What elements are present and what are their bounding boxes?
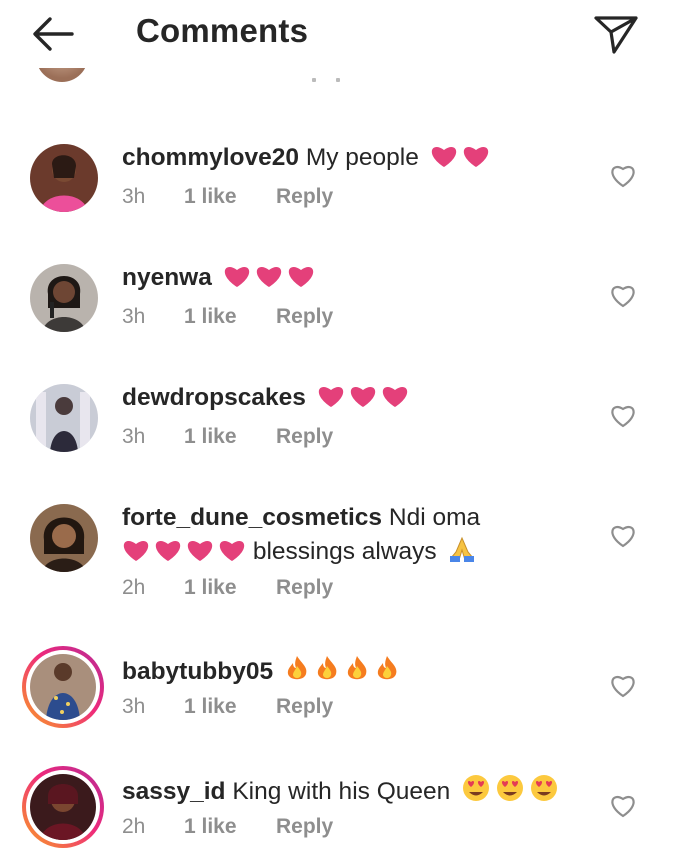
share-button[interactable] xyxy=(592,12,640,56)
reply-button[interactable]: Reply xyxy=(276,305,333,329)
pink-heart-icon xyxy=(430,144,458,175)
comment-text: Ndi oma xyxy=(388,504,481,531)
reply-button[interactable]: Reply xyxy=(276,425,333,449)
reply-button[interactable]: Reply xyxy=(276,576,333,600)
comment-username[interactable]: babytubby05 xyxy=(122,658,273,685)
pink-heart-icon xyxy=(223,264,251,295)
fire-icon xyxy=(314,654,340,689)
pink-heart-icon xyxy=(255,264,283,295)
reply-button[interactable]: Reply xyxy=(276,185,333,209)
comment-text-continued: blessings always xyxy=(252,538,437,565)
reply-button[interactable]: Reply xyxy=(276,695,333,719)
page-title: Comments xyxy=(136,12,309,49)
comment-text: My people xyxy=(305,144,419,171)
heart-eyes-icon xyxy=(495,774,525,809)
heart-eyes-icon xyxy=(461,774,491,809)
comment-username[interactable]: sassy_id xyxy=(122,778,226,805)
pink-heart-icon xyxy=(154,538,182,569)
avatar[interactable] xyxy=(30,264,98,332)
comment-time: 2h xyxy=(122,815,146,838)
like-comment-button[interactable] xyxy=(609,163,637,189)
fire-icon xyxy=(344,654,370,689)
reply-button[interactable]: Reply xyxy=(276,815,333,839)
comment-likes[interactable]: 1 like xyxy=(184,815,237,839)
comment-time: 2h xyxy=(122,576,146,599)
heart-outline-icon xyxy=(611,406,635,428)
heart-outline-icon xyxy=(611,526,635,548)
praying-hands-icon xyxy=(447,534,477,569)
avatar-story-ring[interactable] xyxy=(22,766,104,848)
paper-plane-icon xyxy=(594,16,638,54)
comment-time: 3h xyxy=(122,305,146,328)
comment-likes[interactable]: 1 like xyxy=(184,695,237,719)
pink-heart-icon xyxy=(349,384,377,415)
comment-likes[interactable]: 1 like xyxy=(184,305,237,329)
comment-username[interactable]: dewdropscakes xyxy=(122,384,306,411)
comment-username[interactable]: nyenwa xyxy=(122,264,212,291)
heart-outline-icon xyxy=(611,796,635,818)
arrow-left-icon xyxy=(33,17,74,51)
like-comment-button[interactable] xyxy=(609,523,637,549)
comment-username[interactable]: forte_dune_cosmetics xyxy=(122,504,382,531)
pink-heart-icon xyxy=(317,384,345,415)
pink-heart-icon xyxy=(122,538,150,569)
comment-username[interactable]: chommylove20 xyxy=(122,144,299,171)
back-button[interactable] xyxy=(28,14,76,54)
comment-time: 3h xyxy=(122,425,146,448)
pink-heart-icon xyxy=(218,538,246,569)
comment-likes[interactable]: 1 like xyxy=(184,576,237,600)
like-comment-button[interactable] xyxy=(609,793,637,819)
avatar[interactable] xyxy=(30,504,98,572)
heart-eyes-icon xyxy=(529,774,559,809)
comment-likes[interactable]: 1 like xyxy=(184,185,237,209)
pink-heart-icon xyxy=(462,144,490,175)
avatar[interactable] xyxy=(30,384,98,452)
fire-icon xyxy=(284,654,310,689)
like-comment-button[interactable] xyxy=(609,403,637,429)
comment-text: King with his Queen xyxy=(232,778,451,805)
comment-time: 3h xyxy=(122,695,146,718)
comment-likes[interactable]: 1 like xyxy=(184,425,237,449)
fire-icon xyxy=(374,654,400,689)
heart-outline-icon xyxy=(611,286,635,308)
pink-heart-icon xyxy=(287,264,315,295)
heart-outline-icon xyxy=(611,166,635,188)
pink-heart-icon xyxy=(381,384,409,415)
pink-heart-icon xyxy=(186,538,214,569)
avatar xyxy=(30,654,96,720)
like-comment-button[interactable] xyxy=(609,673,637,699)
avatar-story-ring[interactable] xyxy=(22,646,104,728)
top-bar: Comments xyxy=(0,0,675,68)
avatar xyxy=(30,774,96,840)
like-comment-button[interactable] xyxy=(609,283,637,309)
avatar[interactable] xyxy=(30,144,98,212)
heart-outline-icon xyxy=(611,676,635,698)
comment-time: 3h xyxy=(122,185,146,208)
